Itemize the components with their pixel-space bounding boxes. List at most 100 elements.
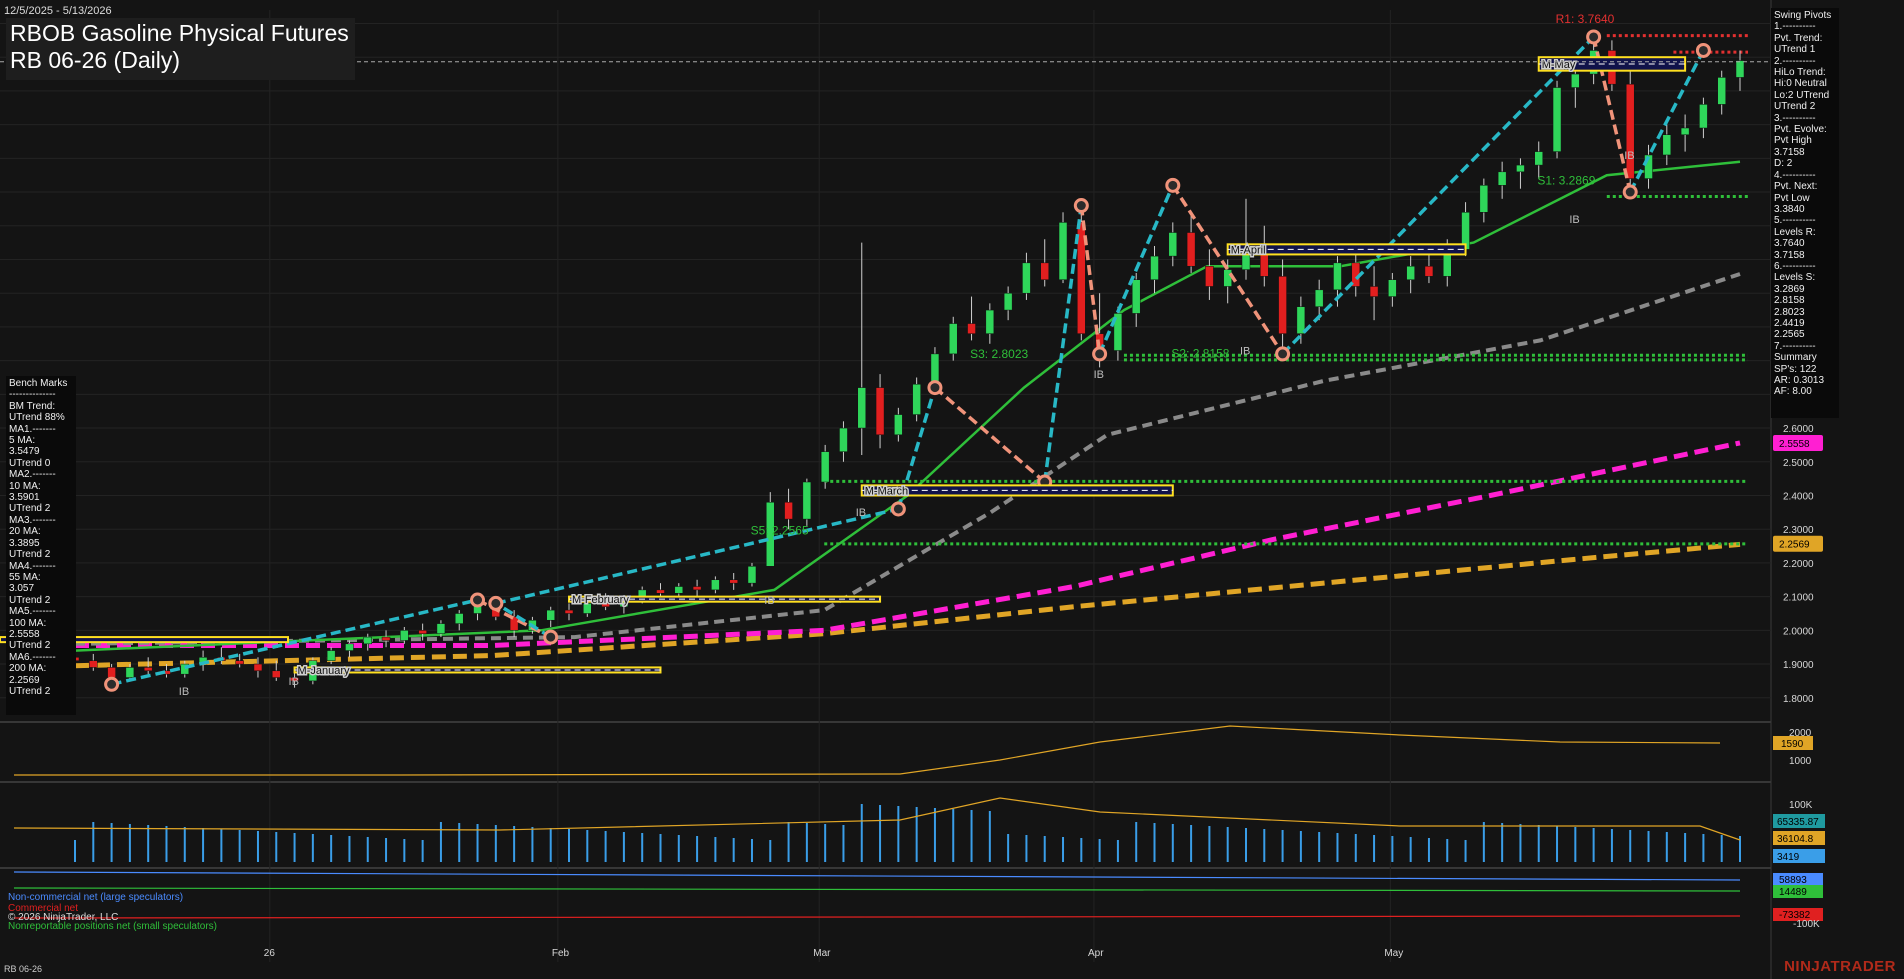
swing-pivot-marker bbox=[1622, 184, 1638, 200]
swing-pivot-marker bbox=[1073, 198, 1089, 214]
month-box-label: M-May bbox=[1542, 59, 1576, 71]
candle-body bbox=[912, 383, 921, 415]
cot-marker-label: 58893 bbox=[1779, 875, 1807, 886]
candle-body bbox=[1278, 276, 1287, 334]
price-tick-label: 2.6000 bbox=[1783, 424, 1814, 435]
ma-55-line bbox=[74, 272, 1741, 646]
candle-body bbox=[546, 609, 555, 621]
swing-pivots-panel: Swing Pivots 1.---------- Pvt. Trend: UT… bbox=[1771, 8, 1839, 418]
candle-body bbox=[436, 623, 446, 634]
swing-pivot-marker bbox=[470, 592, 486, 608]
legend-noncommercial: Non-commercial net (large speculators) bbox=[8, 892, 184, 903]
cot-marker-label: 14489 bbox=[1779, 887, 1807, 898]
candle-body bbox=[1040, 262, 1049, 280]
candle-body bbox=[692, 586, 702, 591]
cot-commercial-line bbox=[13, 915, 1741, 919]
swing-pivot-marker bbox=[1165, 177, 1181, 193]
candle-body bbox=[418, 630, 427, 634]
pivot-level-label: S2: 2.8158 bbox=[1171, 347, 1229, 361]
candle-body bbox=[1058, 222, 1068, 280]
price-tick-label: 2.0000 bbox=[1783, 626, 1814, 637]
price-tick-label: 1.8000 bbox=[1783, 694, 1814, 705]
price-tick-label: 2.1000 bbox=[1783, 593, 1814, 604]
candle-body bbox=[1516, 164, 1525, 173]
month-box-label: M-January bbox=[298, 665, 350, 677]
candle-body bbox=[1131, 279, 1141, 314]
volume-tick-label: 100K bbox=[1789, 800, 1813, 811]
candle-body bbox=[985, 309, 995, 334]
pivot-level-label: S3: 2.8023 bbox=[970, 347, 1028, 361]
price-tick-label: 2.5000 bbox=[1783, 458, 1814, 469]
swing-pivot-marker bbox=[1695, 42, 1711, 58]
inside-bar-label: IB bbox=[289, 676, 299, 688]
instrument-name: RBOB Gasoline Physical Futures bbox=[10, 20, 349, 46]
candle-body bbox=[1699, 104, 1708, 129]
swing-zigzag bbox=[1281, 35, 1595, 356]
ma-20-line bbox=[74, 160, 1741, 652]
candle-body bbox=[381, 636, 391, 641]
time-tick-label: 26 bbox=[264, 948, 276, 959]
candle-body bbox=[1534, 151, 1543, 166]
price-tick-label: 2.3000 bbox=[1783, 525, 1814, 536]
pivot-level-label: S1: 3.2869 bbox=[1537, 173, 1595, 187]
time-tick-label: Apr bbox=[1088, 948, 1104, 959]
candle-body bbox=[1552, 87, 1562, 152]
candle-body bbox=[1314, 289, 1324, 307]
swing-pivot-marker bbox=[927, 380, 943, 396]
candle-body bbox=[656, 589, 665, 594]
volume-marker-label: 36104.8 bbox=[1777, 834, 1814, 845]
swing-pivot-marker bbox=[543, 629, 559, 645]
inside-bar-label: IB bbox=[1240, 345, 1250, 357]
oi-tick-label: 1000 bbox=[1789, 756, 1812, 767]
candle-body bbox=[674, 586, 684, 594]
candle-body bbox=[1717, 77, 1726, 105]
candle-body bbox=[820, 451, 830, 483]
swing-pivot-marker bbox=[1586, 29, 1602, 45]
inside-bar-label: IB bbox=[764, 595, 774, 607]
pivot-level-label: R1: 3.7640 bbox=[1556, 12, 1615, 26]
candle-body bbox=[857, 387, 867, 429]
pivot-level-label: S5: 2.2565 bbox=[751, 523, 809, 537]
candle-body bbox=[1424, 265, 1434, 277]
price-tick-label: 2.4000 bbox=[1783, 491, 1814, 502]
candle-body bbox=[143, 667, 153, 672]
candle-body bbox=[1022, 262, 1031, 294]
candle-body bbox=[1625, 83, 1635, 179]
candle-body bbox=[363, 636, 372, 645]
candle-body bbox=[235, 660, 244, 665]
price-marker-label: 2.5558 bbox=[1779, 439, 1810, 450]
candle-body bbox=[454, 613, 464, 624]
swing-pivot-marker bbox=[890, 501, 906, 517]
candle-body bbox=[802, 481, 812, 520]
chart-title-box: RBOB Gasoline Physical Futures RB 06-26 … bbox=[6, 18, 355, 80]
inside-bar-label: IB bbox=[1624, 150, 1634, 162]
swing-pivot-marker bbox=[104, 676, 120, 692]
candle-body bbox=[729, 579, 738, 584]
candle-body bbox=[272, 670, 281, 678]
candle-body bbox=[839, 427, 848, 452]
candle-body bbox=[1388, 279, 1397, 297]
candle-body bbox=[345, 643, 354, 651]
candle-body bbox=[253, 663, 263, 672]
candle-body bbox=[1406, 265, 1415, 280]
price-tick-label: 2.2000 bbox=[1783, 559, 1814, 570]
candle-body bbox=[1150, 255, 1159, 280]
bench-marks-panel: Bench Marks -------------- BM Trend: UTr… bbox=[6, 376, 76, 715]
candle-body bbox=[1296, 306, 1306, 334]
inside-bar-label: IB bbox=[1094, 369, 1104, 381]
candle-body bbox=[1497, 171, 1507, 186]
candle-body bbox=[1333, 262, 1342, 291]
candle-body bbox=[326, 650, 336, 661]
candle-body bbox=[1369, 286, 1379, 297]
candle-body bbox=[1735, 60, 1745, 78]
candle-body bbox=[564, 609, 574, 614]
price-marker-label: 2.2569 bbox=[1779, 540, 1810, 551]
candle-body bbox=[125, 667, 135, 678]
candle-body bbox=[1205, 265, 1214, 287]
candle-body bbox=[948, 323, 958, 355]
cot-noncommercial-line bbox=[13, 871, 1741, 881]
candle-body bbox=[784, 501, 793, 520]
candle-body bbox=[1186, 232, 1196, 267]
candle-body bbox=[1223, 269, 1232, 287]
price-chart[interactable]: 3.80003.70003.60003.50003.40003.30003.20… bbox=[0, 0, 1904, 979]
